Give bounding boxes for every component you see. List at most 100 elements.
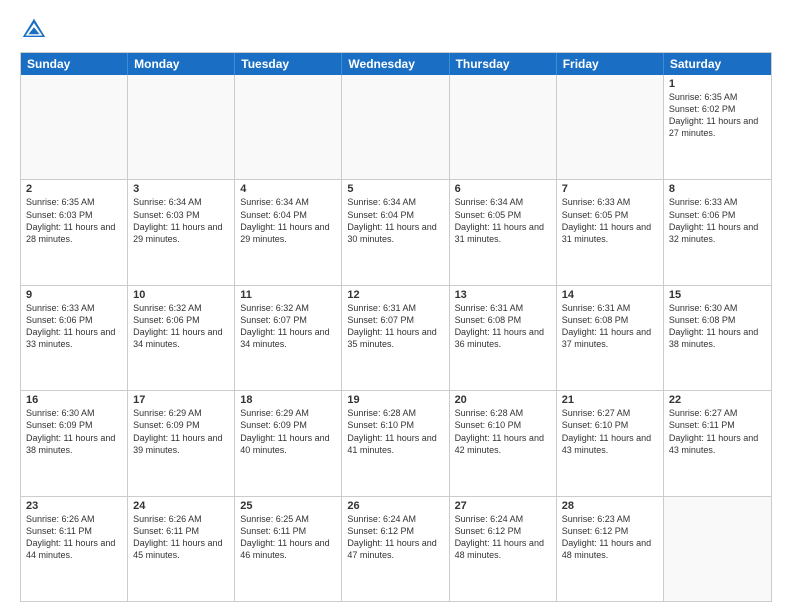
calendar-week-2: 9Sunrise: 6:33 AM Sunset: 6:06 PM Daylig…	[21, 285, 771, 390]
header-cell-saturday: Saturday	[664, 53, 771, 75]
day-number: 13	[455, 289, 551, 301]
calendar-empty-cell	[235, 75, 342, 179]
calendar-empty-cell	[664, 497, 771, 601]
calendar-day-11: 11Sunrise: 6:32 AM Sunset: 6:07 PM Dayli…	[235, 286, 342, 390]
day-info: Sunrise: 6:29 AM Sunset: 6:09 PM Dayligh…	[240, 407, 336, 456]
day-info: Sunrise: 6:24 AM Sunset: 6:12 PM Dayligh…	[347, 513, 443, 562]
day-number: 5	[347, 183, 443, 195]
day-number: 16	[26, 394, 122, 406]
day-info: Sunrise: 6:33 AM Sunset: 6:06 PM Dayligh…	[26, 302, 122, 351]
calendar-day-13: 13Sunrise: 6:31 AM Sunset: 6:08 PM Dayli…	[450, 286, 557, 390]
calendar-day-26: 26Sunrise: 6:24 AM Sunset: 6:12 PM Dayli…	[342, 497, 449, 601]
day-info: Sunrise: 6:31 AM Sunset: 6:08 PM Dayligh…	[562, 302, 658, 351]
day-number: 25	[240, 500, 336, 512]
calendar-day-19: 19Sunrise: 6:28 AM Sunset: 6:10 PM Dayli…	[342, 391, 449, 495]
day-number: 23	[26, 500, 122, 512]
day-info: Sunrise: 6:27 AM Sunset: 6:11 PM Dayligh…	[669, 407, 766, 456]
calendar-day-15: 15Sunrise: 6:30 AM Sunset: 6:08 PM Dayli…	[664, 286, 771, 390]
day-info: Sunrise: 6:26 AM Sunset: 6:11 PM Dayligh…	[26, 513, 122, 562]
calendar-page: SundayMondayTuesdayWednesdayThursdayFrid…	[0, 0, 792, 612]
calendar-day-21: 21Sunrise: 6:27 AM Sunset: 6:10 PM Dayli…	[557, 391, 664, 495]
calendar: SundayMondayTuesdayWednesdayThursdayFrid…	[20, 52, 772, 602]
day-info: Sunrise: 6:34 AM Sunset: 6:03 PM Dayligh…	[133, 196, 229, 245]
day-number: 3	[133, 183, 229, 195]
header-cell-wednesday: Wednesday	[342, 53, 449, 75]
day-info: Sunrise: 6:33 AM Sunset: 6:06 PM Dayligh…	[669, 196, 766, 245]
calendar-empty-cell	[557, 75, 664, 179]
day-number: 12	[347, 289, 443, 301]
logo	[20, 16, 52, 44]
calendar-week-0: 1Sunrise: 6:35 AM Sunset: 6:02 PM Daylig…	[21, 75, 771, 179]
calendar-day-24: 24Sunrise: 6:26 AM Sunset: 6:11 PM Dayli…	[128, 497, 235, 601]
day-number: 1	[669, 78, 766, 90]
calendar-day-9: 9Sunrise: 6:33 AM Sunset: 6:06 PM Daylig…	[21, 286, 128, 390]
calendar-day-20: 20Sunrise: 6:28 AM Sunset: 6:10 PM Dayli…	[450, 391, 557, 495]
day-info: Sunrise: 6:28 AM Sunset: 6:10 PM Dayligh…	[347, 407, 443, 456]
calendar-week-3: 16Sunrise: 6:30 AM Sunset: 6:09 PM Dayli…	[21, 390, 771, 495]
header	[20, 16, 772, 44]
header-cell-thursday: Thursday	[450, 53, 557, 75]
calendar-day-28: 28Sunrise: 6:23 AM Sunset: 6:12 PM Dayli…	[557, 497, 664, 601]
header-cell-monday: Monday	[128, 53, 235, 75]
header-cell-sunday: Sunday	[21, 53, 128, 75]
calendar-day-1: 1Sunrise: 6:35 AM Sunset: 6:02 PM Daylig…	[664, 75, 771, 179]
calendar-day-17: 17Sunrise: 6:29 AM Sunset: 6:09 PM Dayli…	[128, 391, 235, 495]
calendar-day-3: 3Sunrise: 6:34 AM Sunset: 6:03 PM Daylig…	[128, 180, 235, 284]
calendar-day-16: 16Sunrise: 6:30 AM Sunset: 6:09 PM Dayli…	[21, 391, 128, 495]
day-number: 20	[455, 394, 551, 406]
calendar-body: 1Sunrise: 6:35 AM Sunset: 6:02 PM Daylig…	[21, 75, 771, 601]
day-number: 24	[133, 500, 229, 512]
calendar-day-6: 6Sunrise: 6:34 AM Sunset: 6:05 PM Daylig…	[450, 180, 557, 284]
calendar-empty-cell	[342, 75, 449, 179]
header-cell-friday: Friday	[557, 53, 664, 75]
day-info: Sunrise: 6:35 AM Sunset: 6:03 PM Dayligh…	[26, 196, 122, 245]
day-info: Sunrise: 6:31 AM Sunset: 6:08 PM Dayligh…	[455, 302, 551, 351]
day-info: Sunrise: 6:29 AM Sunset: 6:09 PM Dayligh…	[133, 407, 229, 456]
calendar-day-27: 27Sunrise: 6:24 AM Sunset: 6:12 PM Dayli…	[450, 497, 557, 601]
day-info: Sunrise: 6:28 AM Sunset: 6:10 PM Dayligh…	[455, 407, 551, 456]
calendar-day-14: 14Sunrise: 6:31 AM Sunset: 6:08 PM Dayli…	[557, 286, 664, 390]
day-number: 17	[133, 394, 229, 406]
day-info: Sunrise: 6:26 AM Sunset: 6:11 PM Dayligh…	[133, 513, 229, 562]
day-number: 7	[562, 183, 658, 195]
calendar-day-12: 12Sunrise: 6:31 AM Sunset: 6:07 PM Dayli…	[342, 286, 449, 390]
day-number: 11	[240, 289, 336, 301]
day-number: 26	[347, 500, 443, 512]
calendar-week-1: 2Sunrise: 6:35 AM Sunset: 6:03 PM Daylig…	[21, 179, 771, 284]
day-info: Sunrise: 6:32 AM Sunset: 6:07 PM Dayligh…	[240, 302, 336, 351]
calendar-week-4: 23Sunrise: 6:26 AM Sunset: 6:11 PM Dayli…	[21, 496, 771, 601]
calendar-day-2: 2Sunrise: 6:35 AM Sunset: 6:03 PM Daylig…	[21, 180, 128, 284]
day-number: 4	[240, 183, 336, 195]
day-number: 9	[26, 289, 122, 301]
calendar-day-8: 8Sunrise: 6:33 AM Sunset: 6:06 PM Daylig…	[664, 180, 771, 284]
day-number: 19	[347, 394, 443, 406]
day-info: Sunrise: 6:27 AM Sunset: 6:10 PM Dayligh…	[562, 407, 658, 456]
calendar-day-18: 18Sunrise: 6:29 AM Sunset: 6:09 PM Dayli…	[235, 391, 342, 495]
calendar-empty-cell	[21, 75, 128, 179]
day-number: 27	[455, 500, 551, 512]
day-info: Sunrise: 6:24 AM Sunset: 6:12 PM Dayligh…	[455, 513, 551, 562]
header-cell-tuesday: Tuesday	[235, 53, 342, 75]
day-info: Sunrise: 6:30 AM Sunset: 6:08 PM Dayligh…	[669, 302, 766, 351]
day-info: Sunrise: 6:31 AM Sunset: 6:07 PM Dayligh…	[347, 302, 443, 351]
day-number: 14	[562, 289, 658, 301]
day-number: 6	[455, 183, 551, 195]
day-info: Sunrise: 6:23 AM Sunset: 6:12 PM Dayligh…	[562, 513, 658, 562]
day-number: 15	[669, 289, 766, 301]
day-info: Sunrise: 6:34 AM Sunset: 6:04 PM Dayligh…	[347, 196, 443, 245]
day-info: Sunrise: 6:30 AM Sunset: 6:09 PM Dayligh…	[26, 407, 122, 456]
day-number: 22	[669, 394, 766, 406]
calendar-day-23: 23Sunrise: 6:26 AM Sunset: 6:11 PM Dayli…	[21, 497, 128, 601]
day-number: 18	[240, 394, 336, 406]
calendar-day-10: 10Sunrise: 6:32 AM Sunset: 6:06 PM Dayli…	[128, 286, 235, 390]
day-number: 21	[562, 394, 658, 406]
day-number: 8	[669, 183, 766, 195]
calendar-empty-cell	[128, 75, 235, 179]
day-info: Sunrise: 6:34 AM Sunset: 6:04 PM Dayligh…	[240, 196, 336, 245]
calendar-header: SundayMondayTuesdayWednesdayThursdayFrid…	[21, 53, 771, 75]
day-number: 28	[562, 500, 658, 512]
day-info: Sunrise: 6:35 AM Sunset: 6:02 PM Dayligh…	[669, 91, 766, 140]
day-number: 2	[26, 183, 122, 195]
calendar-day-7: 7Sunrise: 6:33 AM Sunset: 6:05 PM Daylig…	[557, 180, 664, 284]
day-number: 10	[133, 289, 229, 301]
